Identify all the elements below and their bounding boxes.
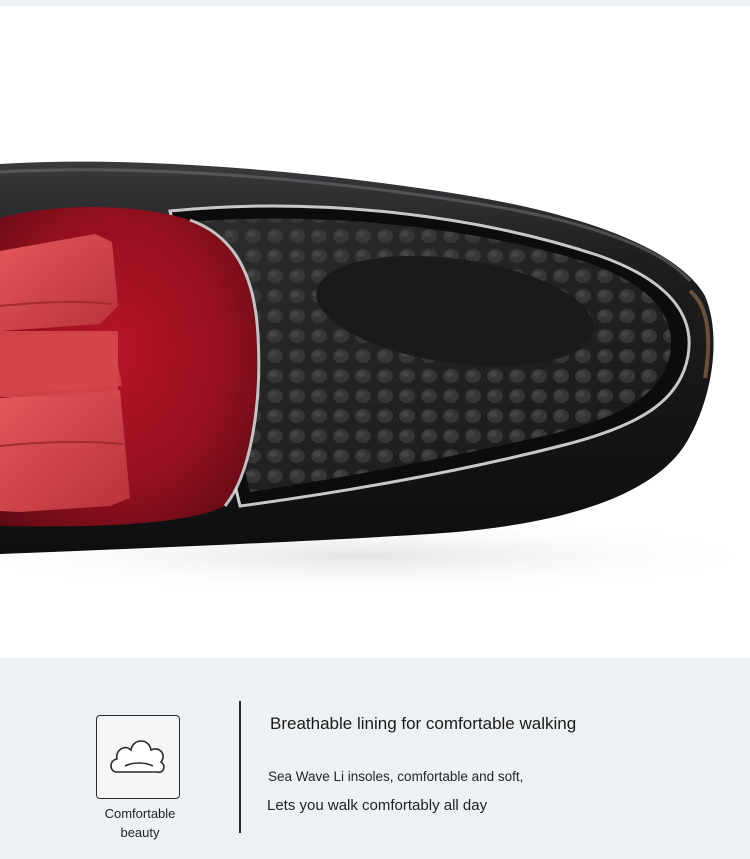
feature-title: Breathable lining for comfortable walkin… — [270, 714, 577, 733]
divider — [239, 701, 241, 833]
loafer-shoe-image — [0, 161, 750, 596]
comfort-cloud-icon — [96, 715, 180, 799]
feature-description-line1: Sea Wave Li insoles, comfortable and sof… — [268, 769, 524, 784]
product-photo — [0, 6, 750, 658]
feature-description-line2: Lets you walk comfortably all day — [267, 797, 488, 814]
icon-caption: Comfortable beauty — [88, 804, 192, 842]
feature-band: Comfortable beauty Breathable lining for… — [0, 658, 750, 859]
icon-caption-line1: Comfortable — [104, 806, 176, 821]
icon-caption-line2: beauty — [120, 825, 160, 840]
bow-decoration — [0, 234, 130, 512]
